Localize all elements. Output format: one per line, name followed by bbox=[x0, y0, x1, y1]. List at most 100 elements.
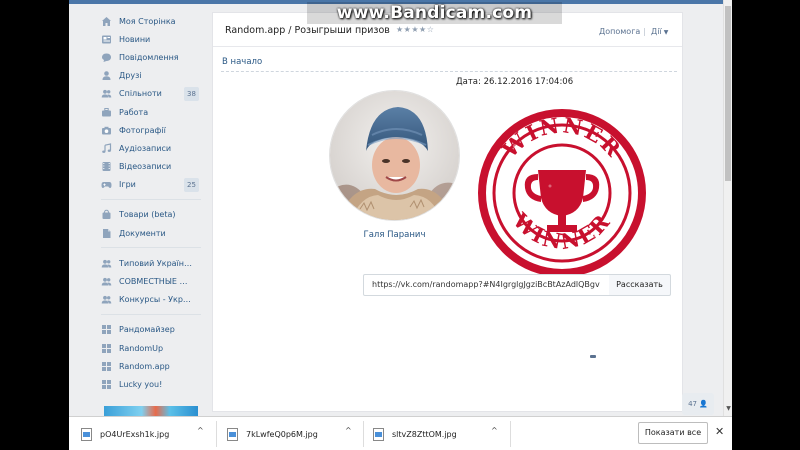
sidebar-item[interactable]: Товари (beta) bbox=[101, 206, 201, 224]
help-link[interactable]: Допомога bbox=[599, 27, 640, 36]
sidebar-item[interactable]: Аудіозаписи bbox=[101, 139, 201, 157]
sidebar-item-label: Ігри bbox=[119, 180, 136, 190]
online-count: 47 bbox=[688, 400, 697, 408]
app-grid-icon bbox=[101, 379, 112, 390]
scroll-down-icon[interactable]: ▼ bbox=[724, 404, 733, 414]
download-item-3[interactable]: sltvZ8ZttOM.jpg bbox=[373, 426, 457, 442]
home-icon bbox=[101, 16, 112, 27]
message-icon bbox=[101, 52, 112, 63]
sidebar-item[interactable]: Спільноти 38 bbox=[101, 85, 201, 103]
sidebar-item[interactable]: Конкурсы - Украина bbox=[101, 291, 201, 309]
loading-indicator bbox=[590, 355, 596, 358]
sidebar-item[interactable]: Повідомлення bbox=[101, 48, 201, 66]
sidebar-item-label: Рандомайзер bbox=[119, 325, 175, 335]
nav-divider bbox=[101, 247, 201, 249]
sidebar-item[interactable]: Работа bbox=[101, 103, 201, 121]
sidebar-item-label: Друзі bbox=[119, 71, 142, 81]
bag-icon bbox=[101, 209, 112, 220]
briefcase-icon bbox=[101, 107, 112, 118]
news-icon bbox=[101, 34, 112, 45]
sidebar-item[interactable]: Random.app bbox=[101, 357, 201, 375]
sidebar-item[interactable]: Документи bbox=[101, 224, 201, 242]
nav-divider bbox=[101, 198, 201, 200]
share-link-input[interactable]: https://vk.com/randomapp?#N4IgrglgJgziBc… bbox=[363, 274, 610, 296]
scrollbar-thumb[interactable] bbox=[725, 6, 731, 181]
sidebar-item-label: Моя Сторінка bbox=[119, 16, 176, 26]
sidebar-item-label: Відеозаписи bbox=[119, 162, 172, 172]
winner-name-link[interactable]: Галя Паранич bbox=[329, 230, 460, 240]
close-icon[interactable]: ✕ bbox=[715, 425, 724, 438]
users-icon bbox=[101, 88, 112, 99]
sidebar-item[interactable]: Ігри 25 bbox=[101, 176, 201, 194]
download-filename: pO4UrExsh1k.jpg bbox=[100, 429, 170, 439]
sidebar-item[interactable]: Рандомайзер bbox=[101, 321, 201, 339]
users-icon bbox=[101, 294, 112, 305]
left-sidebar: Моя Сторінка Новини Повідомлення Друзі Спіль… bbox=[101, 12, 201, 394]
sidebar-item-label: Работа bbox=[119, 107, 149, 117]
sidebar-item-label: Аудіозаписи bbox=[119, 143, 172, 153]
actions-menu[interactable]: Дії ▼ bbox=[651, 27, 668, 36]
sidebar-item-label: Random.app bbox=[119, 361, 170, 371]
actions-label: Дії bbox=[651, 27, 662, 36]
sidebar-item-label: Товари (beta) bbox=[119, 210, 176, 220]
chevron-up-icon[interactable]: ^ bbox=[491, 426, 498, 435]
stamp-text-top: WINNER bbox=[497, 112, 627, 163]
download-bar: pO4UrExsh1k.jpg ^ 7kLwfeQ0p6M.jpg ^ sltv… bbox=[69, 416, 732, 450]
sidebar-item-label: Повідомлення bbox=[119, 52, 179, 62]
start-link[interactable]: В начало bbox=[222, 57, 262, 67]
sidebar-item-label: RandomUp bbox=[119, 343, 164, 353]
app-grid-icon bbox=[101, 324, 112, 335]
sidebar-item[interactable]: Типовий Українець bbox=[101, 254, 201, 272]
app-card: Random.app / Розыгрыши призов ★★★★☆ Допо… bbox=[212, 12, 683, 412]
sidebar-item-label: СОВМЕСТНЫЕ ПО... bbox=[119, 277, 193, 287]
download-filename: sltvZ8ZttOM.jpg bbox=[392, 429, 457, 439]
user-icon: 👤 bbox=[699, 400, 708, 408]
sidebar-item[interactable]: Новини bbox=[101, 30, 201, 48]
sidebar-item[interactable]: СОВМЕСТНЫЕ ПО... bbox=[101, 272, 201, 290]
winner-stamp-image: WINNER WINNER bbox=[475, 106, 650, 279]
draw-date: Дата: 26.12.2016 17:04:06 bbox=[456, 77, 574, 87]
sidebar-item-count: 25 bbox=[184, 177, 199, 192]
user-icon bbox=[101, 70, 112, 81]
winner-avatar[interactable] bbox=[329, 90, 460, 221]
sidebar-item-label: Типовий Українець bbox=[119, 258, 193, 268]
sidebar-item-label: Новини bbox=[119, 34, 151, 44]
recorder-watermark: www.Bandicam.com bbox=[307, 2, 562, 24]
browser-viewport: Моя Сторінка Новини Повідомлення Друзі Спіль… bbox=[69, 0, 732, 450]
image-file-icon bbox=[227, 427, 238, 441]
document-icon bbox=[101, 228, 112, 239]
online-friends-badge[interactable]: 47 👤 bbox=[682, 393, 714, 415]
sidebar-item[interactable]: Відеозаписи bbox=[101, 158, 201, 176]
sidebar-item[interactable]: Lucky you! bbox=[101, 375, 201, 393]
download-separator bbox=[510, 421, 511, 447]
sidebar-item-label: Фотографії bbox=[119, 125, 166, 135]
page-scrollbar[interactable]: ▼ bbox=[723, 0, 732, 416]
sidebar-item[interactable]: RandomUp bbox=[101, 339, 201, 357]
rating-stars: ★★★★☆ bbox=[396, 25, 435, 34]
download-item-2[interactable]: 7kLwfeQ0p6M.jpg bbox=[227, 426, 318, 442]
chevron-up-icon[interactable]: ^ bbox=[197, 426, 204, 435]
app-title[interactable]: Random.app / Розыгрыши призов bbox=[225, 25, 390, 36]
sidebar-item[interactable]: Фотографії bbox=[101, 121, 201, 139]
camera-icon bbox=[101, 125, 112, 136]
sidebar-item-label: Lucky you! bbox=[119, 379, 163, 389]
video-icon bbox=[101, 161, 112, 172]
users-icon bbox=[101, 276, 112, 287]
download-separator bbox=[363, 421, 364, 447]
users-icon bbox=[101, 258, 112, 269]
nav-divider bbox=[101, 313, 201, 315]
show-all-downloads-button[interactable]: Показати все bbox=[638, 422, 708, 444]
share-button[interactable]: Рассказать bbox=[609, 274, 671, 296]
winner-stamp-graphic: WINNER WINNER bbox=[478, 109, 646, 277]
sidebar-item[interactable]: Моя Сторінка bbox=[101, 12, 201, 30]
sidebar-item-count: 38 bbox=[184, 86, 199, 101]
sidebar-item[interactable]: Друзі bbox=[101, 67, 201, 85]
app-grid-icon bbox=[101, 343, 112, 354]
image-file-icon bbox=[373, 427, 384, 441]
sidebar-item-label: Конкурсы - Украина bbox=[119, 295, 193, 305]
chevron-up-icon[interactable]: ^ bbox=[345, 426, 352, 435]
app-grid-icon bbox=[101, 361, 112, 372]
music-icon bbox=[101, 143, 112, 154]
gamepad-icon bbox=[101, 179, 112, 190]
download-item-1[interactable]: pO4UrExsh1k.jpg bbox=[81, 426, 169, 442]
